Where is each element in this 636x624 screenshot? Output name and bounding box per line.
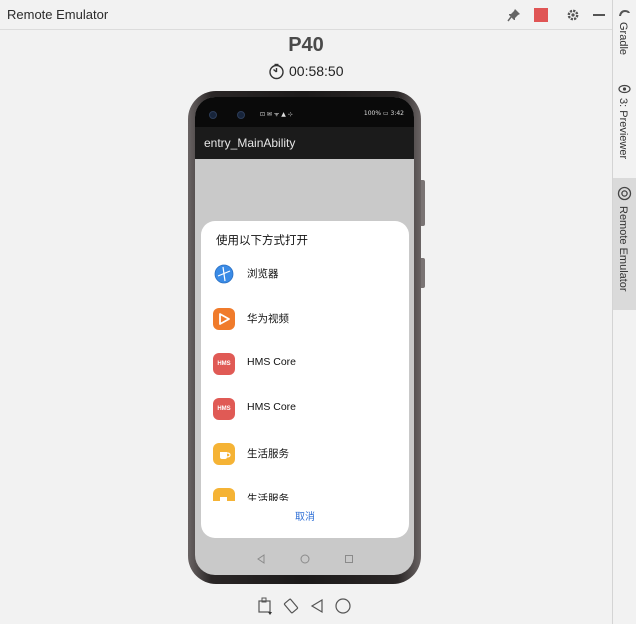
tab-remote-emulator-label: Remote Emulator [617, 206, 629, 292]
right-tool-strip: Gradle 3: Previewer Remote Emulator [612, 0, 636, 624]
status-battery-time: 100% ▭ 3:42 [363, 110, 404, 117]
device-name: P40 [288, 34, 324, 56]
list-item-browser[interactable]: 浏览器 [201, 255, 409, 300]
timer-icon [269, 63, 284, 79]
front-camera-2 [237, 111, 245, 119]
home-icon[interactable] [334, 597, 352, 615]
list-item-life-service[interactable]: 生活服务 [201, 435, 409, 480]
status-icons: ⊡ ✉ ᯤ ▲ ⊹ [260, 111, 293, 118]
window-title: Remote Emulator [7, 7, 109, 22]
timer-value: 00:58:50 [289, 63, 344, 79]
nav-home-icon[interactable] [300, 554, 310, 564]
list-item-label: 生活服务 [247, 493, 289, 501]
nav-back-icon[interactable] [256, 554, 266, 564]
life-service-icon [213, 488, 235, 501]
stop-icon[interactable] [532, 6, 550, 24]
list-item-label: 浏览器 [247, 268, 279, 280]
life-service-icon [213, 443, 235, 465]
huawei-video-icon [213, 308, 235, 330]
list-item-label: HMS Core [247, 401, 297, 413]
back-icon[interactable] [308, 597, 326, 615]
browser-icon [213, 263, 235, 285]
tab-previewer[interactable]: 3: Previewer [613, 82, 636, 174]
tab-remote-emulator[interactable]: Remote Emulator [613, 178, 636, 310]
session-timer: 00:58:50 [268, 62, 344, 80]
power-button [421, 258, 425, 288]
app-title: entry_MainAbility [204, 136, 296, 150]
app-bar: entry_MainAbility [195, 127, 414, 159]
hms-core-icon: HMS [213, 353, 235, 375]
list-item-hms-core[interactable]: HMS HMS Core [201, 345, 409, 390]
list-item-label: 华为视频 [247, 313, 289, 325]
tool-window-header: Remote Emulator [0, 0, 612, 30]
list-item-label: HMS Core [247, 356, 297, 368]
volume-button [421, 180, 425, 226]
tab-gradle[interactable]: Gradle [613, 8, 636, 68]
remote-emulator-window: Remote Emulator Gradle 3: Previewer Remo… [0, 0, 636, 624]
tab-gradle-label: Gradle [617, 22, 629, 56]
eye-icon [618, 84, 631, 94]
emulator-controls [256, 597, 356, 617]
pin-icon[interactable] [505, 6, 523, 24]
status-bar: ⊡ ✉ ᯤ ▲ ⊹ 100% ▭ 3:42 [195, 97, 414, 127]
gear-icon[interactable] [564, 6, 582, 24]
cancel-button[interactable]: 取消 [201, 508, 409, 523]
phone-nav-bar [195, 543, 414, 575]
screenshot-icon[interactable] [256, 597, 274, 615]
hms-icon-text: HMS [217, 406, 231, 412]
hms-core-icon: HMS [213, 398, 235, 420]
list-item-huawei-video[interactable]: 华为视频 [201, 300, 409, 345]
nav-recent-icon[interactable] [344, 554, 354, 564]
dialog-title: 使用以下方式打开 [216, 233, 308, 247]
app-chooser-list[interactable]: 浏览器 华为视频 HMS HMS Core HMS HMS Core 生活服务 … [201, 255, 409, 501]
emulator-icon [617, 186, 632, 201]
phone-screen[interactable]: ⊡ ✉ ᯤ ▲ ⊹ 100% ▭ 3:42 entry_MainAbility … [195, 97, 414, 575]
gradle-icon [619, 10, 630, 16]
list-item-hms-core-2[interactable]: HMS HMS Core [201, 390, 409, 435]
list-item-label: 生活服务 [247, 448, 289, 460]
hms-icon-text: HMS [217, 361, 231, 367]
minimize-icon[interactable] [590, 6, 608, 24]
rotate-icon[interactable] [282, 597, 300, 615]
front-camera [209, 111, 217, 119]
list-item-life-service-2[interactable]: 生活服务 [201, 480, 409, 501]
tab-previewer-label: 3: Previewer [617, 98, 629, 160]
open-with-dialog: 使用以下方式打开 浏览器 华为视频 HMS HMS Core HMS HMS C… [201, 221, 409, 538]
